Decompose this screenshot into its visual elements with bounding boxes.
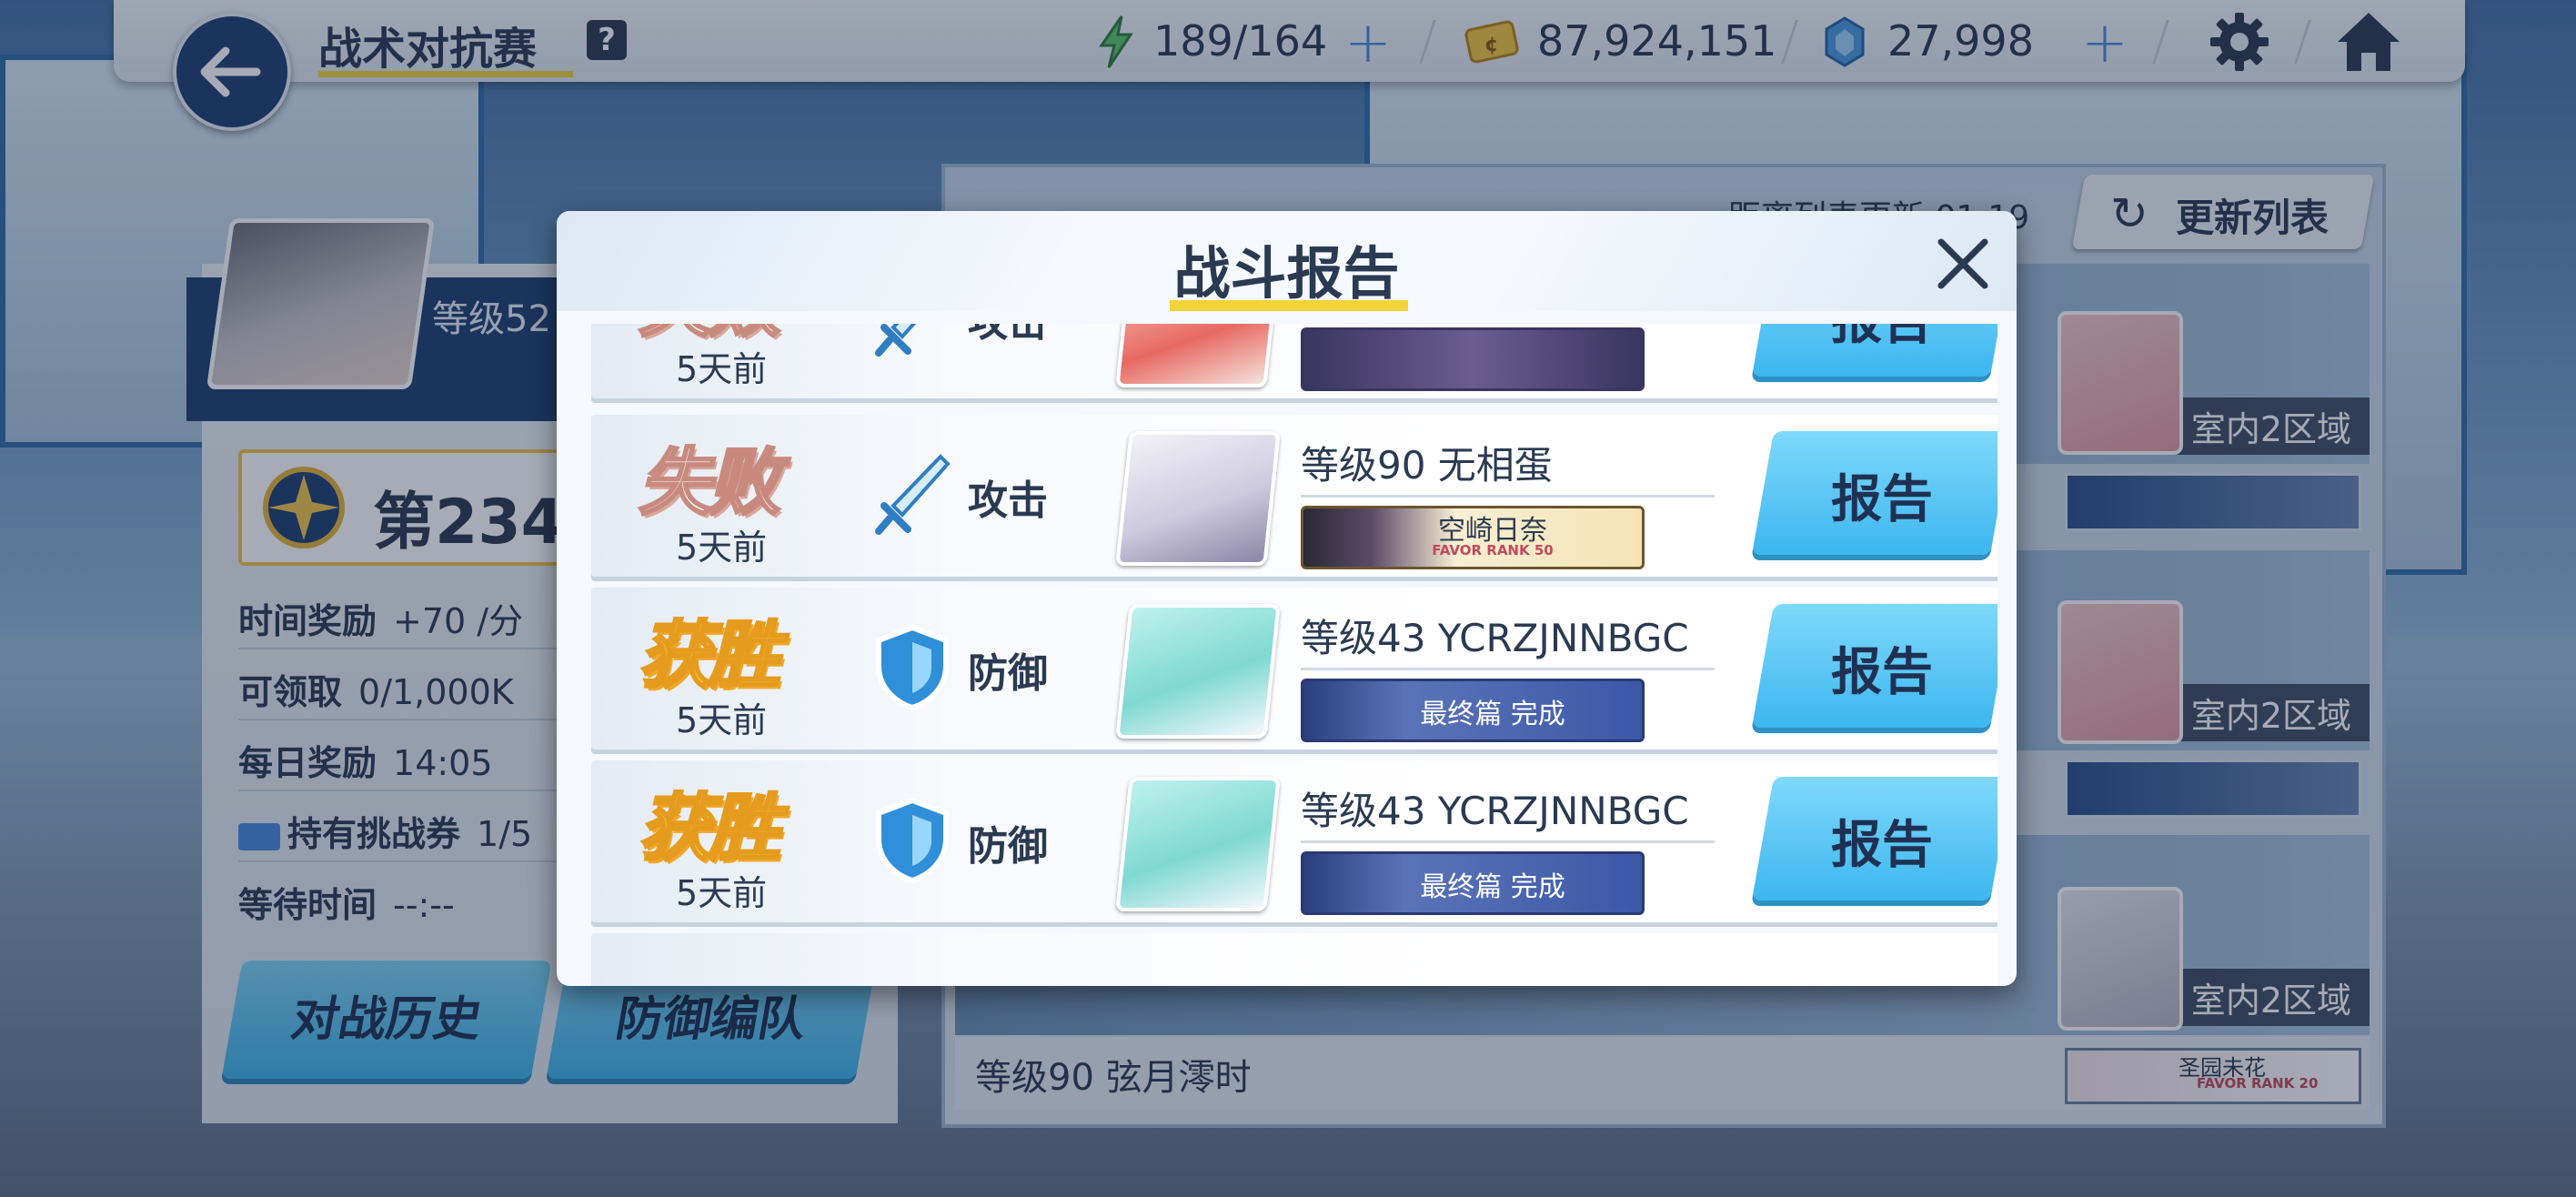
report-button-label: 报告: [1831, 816, 1933, 875]
report-row: 获胜 5天前 防御 等级43 YCRZJNNBGC 最终篇 完成 报告: [591, 760, 1997, 922]
result-label: 失败: [638, 439, 782, 527]
divider: [1301, 495, 1715, 498]
divider: [1301, 668, 1715, 670]
action-label: 防御: [968, 650, 1048, 697]
result-label: 获胜: [638, 612, 782, 699]
opponent-portrait: [1115, 777, 1281, 911]
favor-rank-label: FAVOR RANK 50: [1432, 542, 1554, 558]
report-button-label: 报告: [1763, 324, 1997, 354]
opponent-portrait: [1115, 604, 1281, 739]
action-label: 攻击: [968, 478, 1048, 524]
action-label: 防御: [968, 823, 1048, 870]
opponent-portrait: [1115, 324, 1281, 387]
sword-icon: [875, 324, 917, 357]
opponent-name: 等级43 YCRZJNNBGC: [1301, 616, 1689, 660]
time-label: 5天前: [676, 700, 768, 740]
time-label: 5天前: [676, 349, 768, 389]
report-row: 失败 5天前 攻击 报告: [591, 324, 1997, 398]
opponent-portrait: [1115, 431, 1281, 566]
report-row: [591, 933, 1997, 986]
report-row: 失败 5天前 攻击 等级90 无相蛋 空崎日奈 FAVOR RANK 50 报告: [591, 415, 1997, 577]
divider: [1301, 840, 1715, 843]
opponent-team-badge: [1301, 327, 1645, 391]
time-label: 5天前: [676, 528, 768, 568]
shield-icon: [876, 624, 949, 711]
close-icon[interactable]: [1927, 227, 1999, 300]
opponent-name: 等级90 无相蛋: [1301, 443, 1553, 488]
modal-title-underline: [1170, 300, 1408, 311]
action-label: 攻击: [968, 324, 1048, 347]
achievement-badge-label: 最终篇 完成: [1420, 699, 1565, 730]
result-label: 获胜: [638, 785, 782, 872]
report-button-label: 报告: [1831, 643, 1933, 702]
opponent-name: 等级43 YCRZJNNBGC: [1301, 789, 1689, 833]
shield-icon: [876, 797, 949, 884]
time-label: 5天前: [676, 873, 768, 913]
battle-report-modal: 战斗报告 失败 5天前 攻击 报告 失败 5天前 攻击: [557, 211, 2017, 986]
report-button-label: 报告: [1831, 470, 1933, 529]
modal-title: 战斗报告: [1173, 240, 1400, 307]
report-row: 获胜 5天前 防御 等级43 YCRZJNNBGC 最终篇 完成 报告: [591, 588, 1997, 749]
achievement-badge-label: 最终篇 完成: [1420, 871, 1565, 903]
report-list[interactable]: 失败 5天前 攻击 报告 失败 5天前 攻击 等级90 无相蛋: [579, 324, 1997, 986]
sword-icon: [875, 454, 951, 535]
